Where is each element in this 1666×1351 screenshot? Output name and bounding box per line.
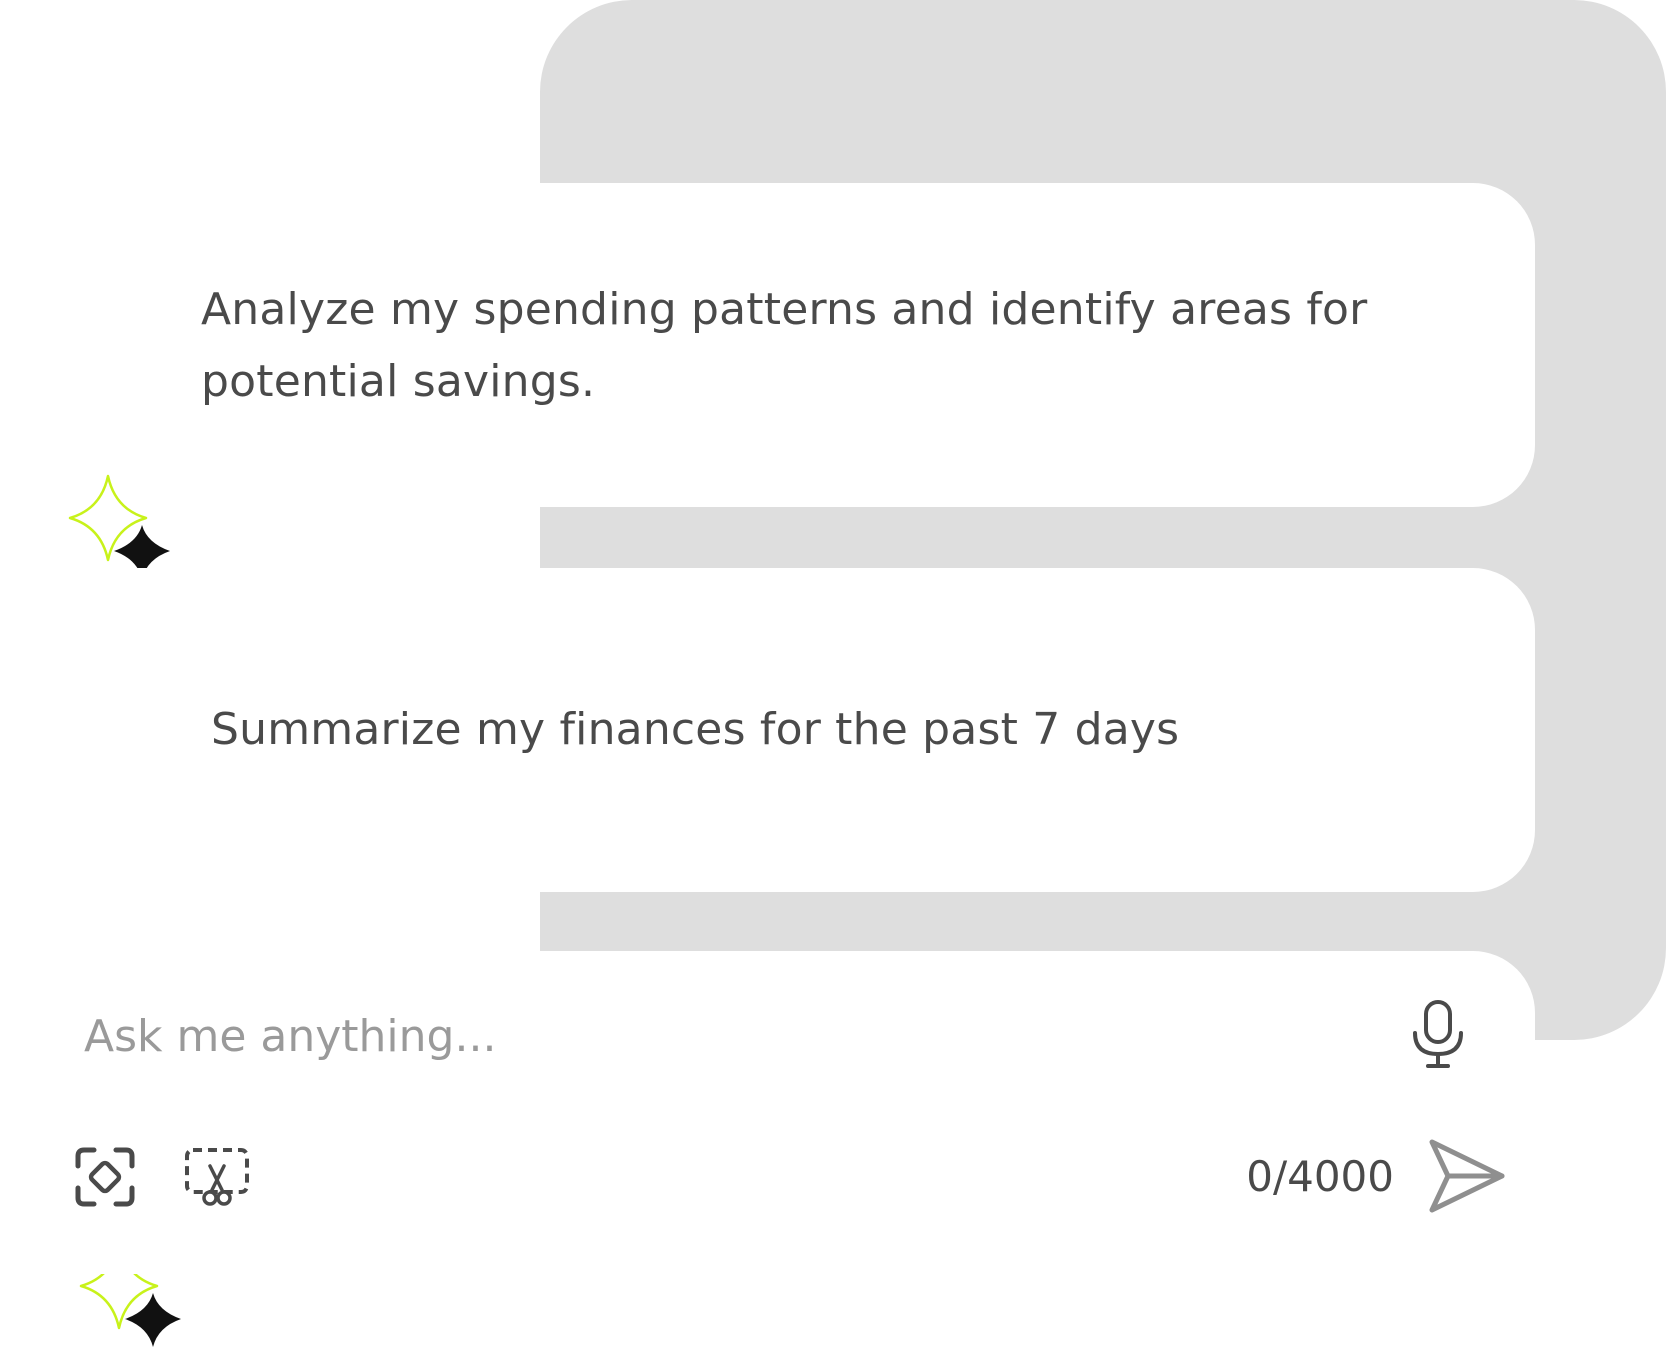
chat-input[interactable]	[84, 1003, 1364, 1069]
send-icon[interactable]	[1426, 1136, 1508, 1216]
screen-capture-icon[interactable]	[74, 1146, 136, 1208]
character-counter: 0/4000	[1246, 1152, 1394, 1201]
suggestion-text-1: Analyze my spending patterns and identif…	[201, 284, 1368, 407]
snip-tool-icon[interactable]	[184, 1146, 250, 1208]
suggestion-text-2: Summarize my finances for the past 7 day…	[211, 704, 1180, 755]
microphone-icon[interactable]	[1406, 998, 1470, 1070]
chat-composer	[0, 951, 1535, 1274]
sparkle-icon	[62, 473, 180, 583]
